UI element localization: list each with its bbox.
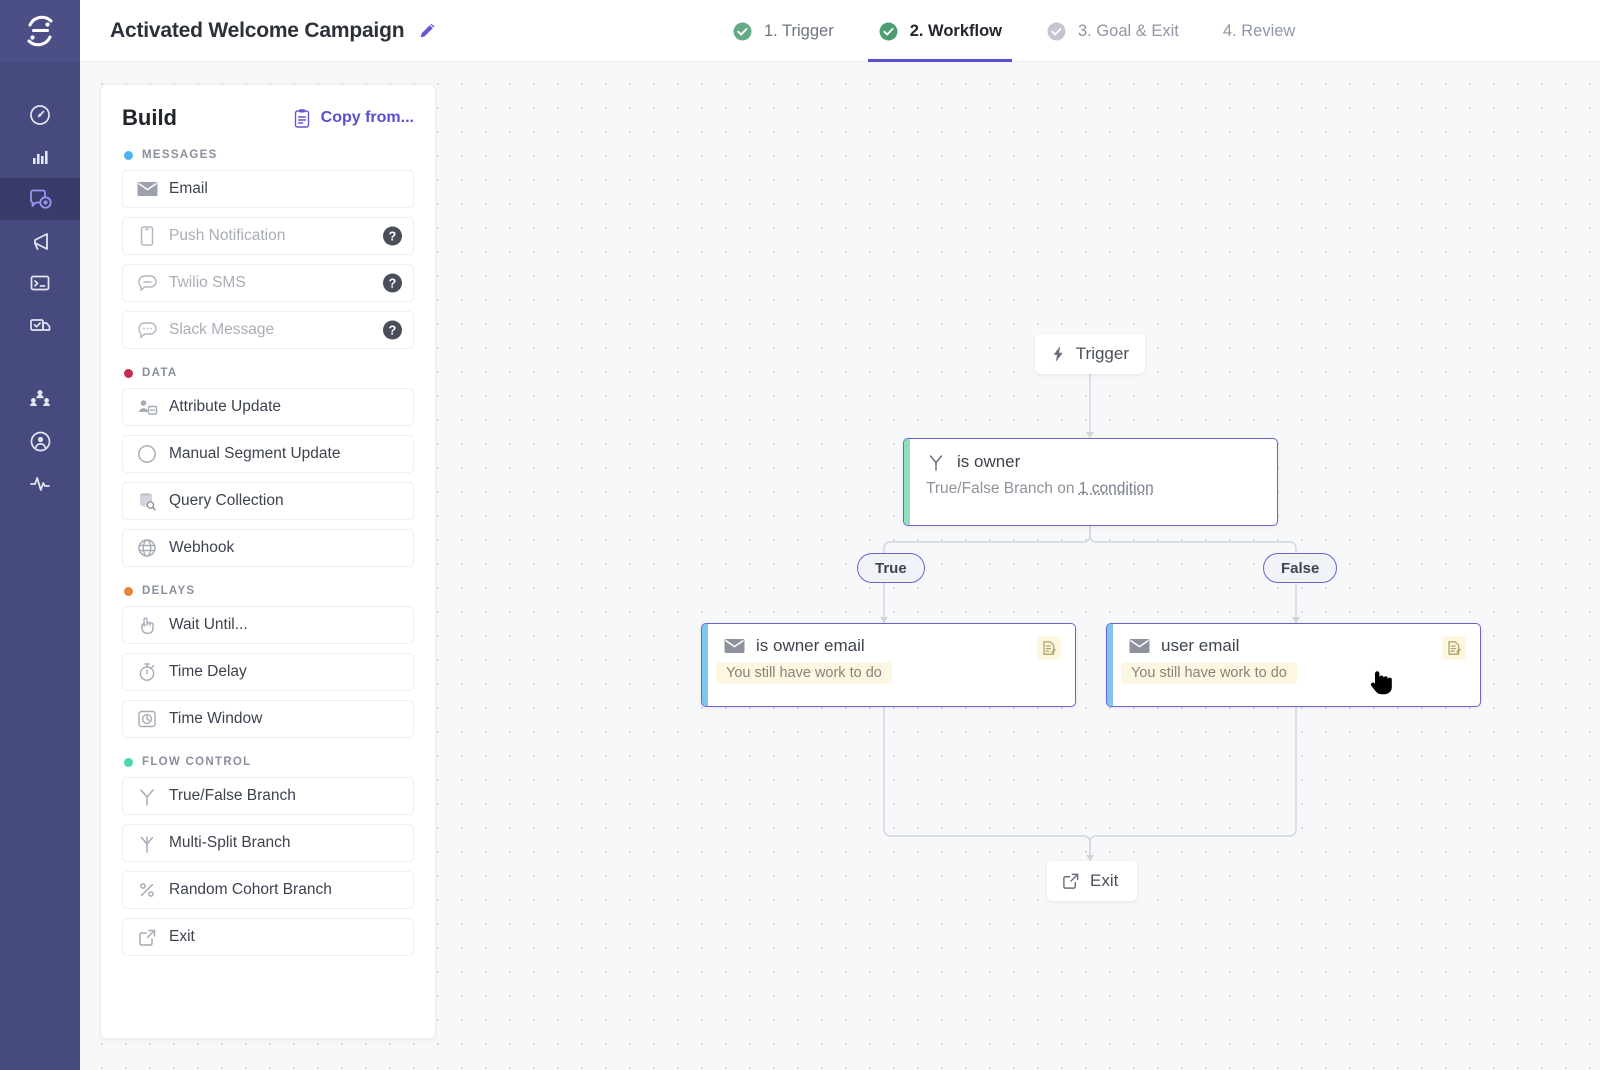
node-label: Trigger (1075, 344, 1129, 363)
node-warning-row: You still have work to do (1107, 656, 1480, 684)
step-trigger[interactable]: 1. Trigger (710, 0, 856, 62)
node-warning-text: You still have work to do (716, 662, 892, 684)
node-email-user[interactable]: user email You still have work to do (1106, 623, 1481, 707)
step-goal-exit[interactable]: 3. Goal & Exit (1024, 0, 1201, 62)
edge-branch-to-true (883, 526, 1091, 553)
node-branch-header: is owner (904, 439, 1277, 472)
step-workflow[interactable]: 2. Workflow (856, 0, 1024, 62)
rail-item-deliveries[interactable] (0, 304, 80, 346)
sendgrid-swirl-logo-icon (27, 15, 53, 47)
bar-chart-icon (33, 151, 48, 164)
envelope-icon (1129, 639, 1150, 653)
app-logo[interactable] (0, 0, 80, 62)
node-exit[interactable]: Exit (1047, 861, 1137, 901)
node-accent-bar (702, 624, 708, 706)
node-warning-text: You still have work to do (1121, 662, 1297, 684)
megaphone-icon (33, 232, 48, 250)
node-subtitle-prefix: True/False Branch on (926, 480, 1079, 497)
terminal-icon (30, 275, 50, 291)
pill-false[interactable]: False (1263, 553, 1338, 583)
node-accent-bar (1107, 624, 1113, 706)
pencil-icon[interactable] (416, 20, 438, 42)
campaign-title-group: Activated Welcome Campaign (110, 19, 438, 43)
delivery-truck-icon (29, 318, 50, 331)
node-email-is-owner[interactable]: is owner email You still have work to do (701, 623, 1076, 707)
pill-true[interactable]: True (857, 553, 925, 583)
node-accent-bar (904, 439, 910, 525)
page-title: Activated Welcome Campaign (110, 18, 405, 42)
node-true-false-branch[interactable]: is owner True/False Branch on 1 conditio… (903, 438, 1278, 526)
branch-two-icon (929, 455, 943, 471)
check-circle-icon (733, 22, 752, 40)
step-label: 4. Review (1222, 21, 1296, 40)
check-circle-icon (879, 22, 898, 40)
document-edit-icon[interactable] (1442, 636, 1466, 660)
envelope-icon (724, 639, 745, 653)
rail-item-account[interactable] (0, 420, 80, 462)
lightning-bolt-icon (1053, 346, 1063, 362)
rail-item-activity[interactable] (0, 462, 80, 504)
document-edit-icon[interactable] (1037, 636, 1061, 660)
node-title: is owner (957, 452, 1021, 471)
exit-arrow-icon (1063, 873, 1079, 889)
check-circle-icon (1047, 22, 1066, 40)
node-label: Exit (1090, 871, 1119, 890)
campaign-builder-app: Activated Welcome Campaign 1. Trigger 2.… (0, 0, 1600, 1070)
node-warning-row: You still have work to do (702, 656, 1075, 684)
node-trigger[interactable]: Trigger (1035, 334, 1145, 374)
campaign-icon (30, 189, 52, 209)
step-review[interactable]: 4. Review (1201, 0, 1317, 62)
rail-item-dashboard[interactable] (0, 94, 80, 136)
node-title: is owner email (756, 636, 865, 655)
node-email-header: user email (1107, 624, 1480, 656)
condition-link[interactable]: 1 condition (1079, 480, 1154, 497)
node-title: user email (1161, 636, 1240, 655)
person-circle-icon (30, 431, 50, 451)
workflow-graph: Trigger is owner True/False Branch on 1 … (80, 62, 1600, 1070)
rail-item-console[interactable] (0, 262, 80, 304)
edge-email-true-to-exit (883, 707, 1091, 861)
wizard-steps: 1. Trigger 2. Workflow 3. Goal & Exit 4.… (710, 0, 1317, 62)
rail-item-analytics[interactable] (0, 136, 80, 178)
step-label: 2. Workflow (909, 21, 1002, 40)
step-label: 1. Trigger (764, 21, 834, 40)
workflow-canvas[interactable]: Build Copy from... MESSAGES Email Push N… (80, 62, 1600, 1070)
activity-pulse-icon (29, 476, 50, 491)
gauge-icon (30, 105, 50, 125)
people-group-icon (30, 390, 50, 406)
step-label: 3. Goal & Exit (1078, 21, 1179, 40)
left-nav-rail (0, 0, 80, 1070)
rail-item-broadcasts[interactable] (0, 220, 80, 262)
rail-item-campaigns[interactable] (0, 178, 80, 220)
top-bar: Activated Welcome Campaign 1. Trigger 2.… (80, 0, 1600, 62)
flow-connectors (880, 374, 1300, 861)
rail-item-people[interactable] (0, 378, 80, 420)
node-subtitle: True/False Branch on 1 condition (904, 472, 1277, 498)
edge-branch-to-false (1089, 526, 1297, 553)
node-email-header: is owner email (702, 624, 1075, 656)
edge-email-false-to-exit (1089, 707, 1297, 861)
